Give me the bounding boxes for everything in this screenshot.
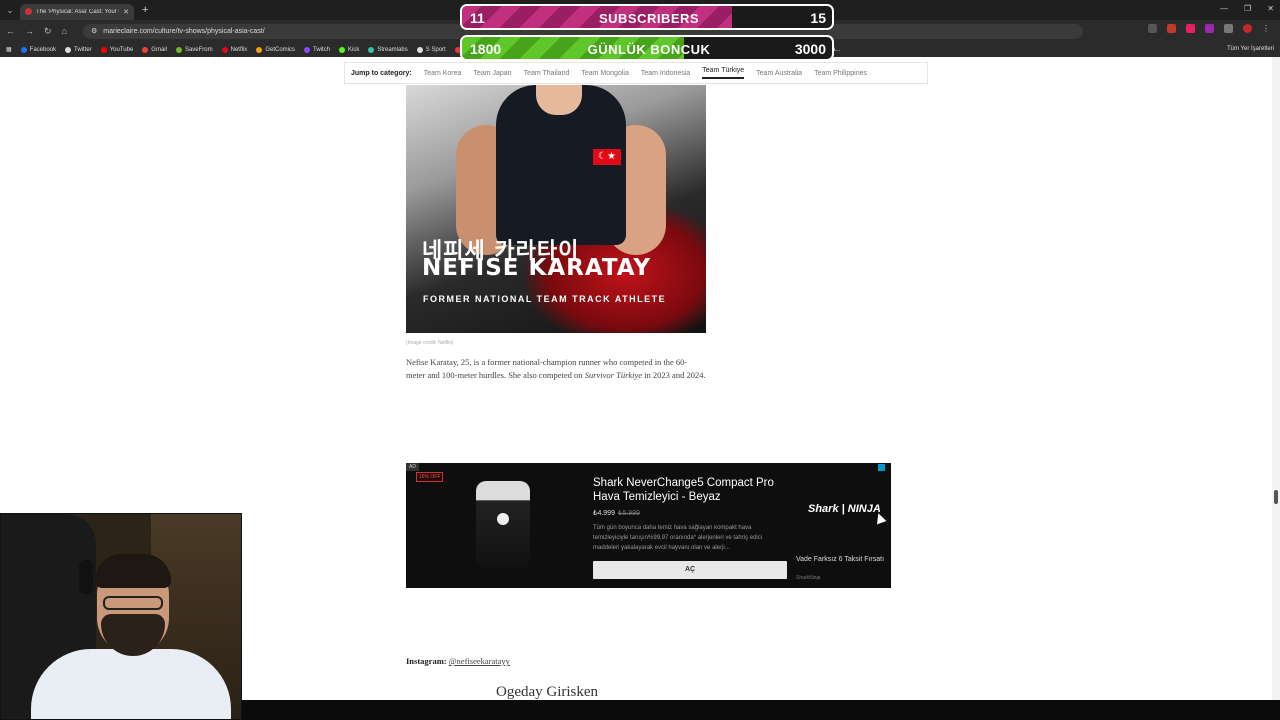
image-credit: (Image credit: Netflix) <box>406 340 454 346</box>
next-section-heading: Ogeday Girisken <box>496 684 599 700</box>
subscribers-goal-bar: 11 SUBSCRIBERS 15 <box>460 4 834 30</box>
extension-icon[interactable] <box>1167 24 1176 33</box>
category-link[interactable]: Team Philippines <box>814 70 867 77</box>
glasses <box>103 596 163 610</box>
bookmark-item[interactable]: Kick <box>339 46 359 53</box>
bookmark-favicon-icon <box>368 46 375 53</box>
new-tab-icon[interactable]: + <box>142 4 148 16</box>
ad-price: ₺4.999 ₺5.999 <box>593 510 640 517</box>
maximize-icon[interactable]: ❐ <box>1244 4 1251 13</box>
ad-open-button[interactable]: AÇ <box>593 561 787 579</box>
boncuk-goal: 3000 <box>794 41 826 57</box>
bookmark-item[interactable]: Facebook <box>20 46 56 53</box>
scrollbar-thumb[interactable] <box>1274 490 1278 504</box>
reload-icon[interactable]: ↻ <box>44 26 52 37</box>
bookmark-favicon-icon <box>339 46 345 53</box>
hero-image: ☾★ 네피세 카라타이 NEFISE KARATAY FORMER NATION… <box>406 85 706 333</box>
tab-title: The 'Physical: Asia' Cast: Your G <box>36 8 120 15</box>
bookmark-star-icon[interactable] <box>1148 24 1157 33</box>
subscribers-label: SUBSCRIBERS <box>598 11 700 26</box>
ad-advertiser: SharkNinja <box>796 575 821 581</box>
active-tab[interactable]: The 'Physical: Asia' Cast: Your G ✕ <box>20 3 134 20</box>
ad-title[interactable]: Shark NeverChange5 Compact Pro Hava Temi… <box>593 476 793 504</box>
extensions-area: ⋮ <box>1148 24 1270 33</box>
extension-icon[interactable] <box>1186 24 1195 33</box>
category-link[interactable]: Team Japan <box>473 70 511 77</box>
ad-choices-icon[interactable] <box>878 464 885 471</box>
bookmark-favicon-icon <box>20 46 27 53</box>
extension-icon[interactable] <box>1205 24 1214 33</box>
air-purifier-image[interactable] <box>476 481 530 567</box>
apps-grid-icon[interactable]: ▦ <box>6 46 12 53</box>
jump-to-category-nav: Jump to category: Team Korea Team Japan Te… <box>344 62 928 84</box>
bookmark-favicon-icon <box>416 46 423 53</box>
bookmark-favicon-icon <box>100 46 107 53</box>
bookmark-item[interactable]: Twitch <box>303 46 330 53</box>
forward-icon[interactable]: → <box>25 26 34 36</box>
jump-label: Jump to category: <box>351 69 412 77</box>
instagram-label: Instagram: <box>406 656 447 666</box>
scrollbar-track[interactable] <box>1272 57 1280 700</box>
hero-name: NEFISE KARATAY <box>422 255 652 281</box>
bookmark-favicon-icon <box>65 46 72 53</box>
bookmark-favicon-icon <box>221 46 228 53</box>
category-link[interactable]: Team Türkiye <box>702 67 745 79</box>
category-link[interactable]: Team Mongolia <box>581 70 628 77</box>
bookmark-item[interactable]: GetComics <box>256 46 295 53</box>
boncuk-goal-bar: 1800 GÜNLÜK BONCUK 3000 <box>460 35 834 61</box>
tab-close-icon[interactable]: ✕ <box>123 8 129 16</box>
window-controls: — ❐ ✕ <box>1220 4 1274 13</box>
shark-ninja-logo[interactable]: Shark | NINJA <box>808 503 881 515</box>
category-link[interactable]: Team Australia <box>756 70 802 77</box>
webcam-feed <box>0 513 242 720</box>
instagram-link[interactable]: @nefiseekaratayy <box>449 656 510 666</box>
back-icon[interactable]: ← <box>6 26 15 36</box>
category-link[interactable]: Team Korea <box>424 70 462 77</box>
turkish-flag-icon: ☾★ <box>593 149 621 165</box>
extensions-puzzle-icon[interactable] <box>1224 24 1233 33</box>
profile-avatar[interactable] <box>1243 24 1252 33</box>
bookmark-item[interactable]: Gmail <box>142 46 167 53</box>
bookmark-favicon-icon <box>256 46 263 53</box>
bookmark-favicon-icon <box>142 46 149 53</box>
bookmark-item[interactable]: SaveFrom <box>175 46 213 53</box>
minimize-icon[interactable]: — <box>1220 4 1228 13</box>
bookmark-favicon-icon <box>175 46 182 53</box>
bio-paragraph: Nefise Karatay, 25, is a former national… <box>406 357 706 380</box>
menu-dots-icon[interactable]: ⋮ <box>1262 24 1270 33</box>
instagram-line: Instagram: @nefiseekaratayy <box>406 656 510 666</box>
headset-icon <box>79 560 93 594</box>
tab-search-icon[interactable]: ⌄ <box>0 5 20 16</box>
bookmark-item[interactable]: S Sport <box>416 46 446 53</box>
home-icon[interactable]: ⌂ <box>62 26 67 36</box>
bookmark-favicon-icon <box>303 46 310 53</box>
category-link[interactable]: Team Indonesia <box>641 70 690 77</box>
ad-banner[interactable]: AD 16% OFF Shark NeverChange5 Compact Pr… <box>406 463 891 588</box>
url-text: marieclaire.com/culture/tv-shows/physica… <box>103 27 265 35</box>
show-title: Survivor Türkiye <box>584 370 643 380</box>
ad-badge: AD <box>406 463 419 471</box>
ad-old-price: ₺5.999 <box>617 510 640 517</box>
bookmark-item[interactable]: YouTube <box>100 46 133 53</box>
bookmark-item[interactable]: Netflix <box>221 46 247 53</box>
site-favicon-icon <box>25 8 32 15</box>
category-link[interactable]: Team Thailand <box>524 70 570 77</box>
site-info-icon[interactable]: ⚙ <box>91 27 97 35</box>
hero-subtitle: FORMER NATIONAL TEAM TRACK ATHLETE <box>423 294 667 304</box>
all-bookmarks-folder[interactable]: Tüm Yer İşaretleri <box>1227 46 1274 52</box>
close-window-icon[interactable]: ✕ <box>1267 4 1274 13</box>
subscribers-goal: 15 <box>810 10 826 26</box>
ad-description: Tüm gün boyunca daha temiz hava sağlayan… <box>593 525 763 551</box>
bookmark-item[interactable]: Streamlabs <box>368 46 408 53</box>
bookmark-item[interactable]: Twitter <box>65 46 92 53</box>
screen: ⌄ The 'Physical: Asia' Cast: Your G ✕ + … <box>0 0 1280 720</box>
boncuk-label: GÜNLÜK BONCUK <box>587 42 711 57</box>
discount-badge: 16% OFF <box>416 472 444 482</box>
ad-side-text[interactable]: Vade Farksız 6 Taksit Fırsatı <box>796 555 886 564</box>
